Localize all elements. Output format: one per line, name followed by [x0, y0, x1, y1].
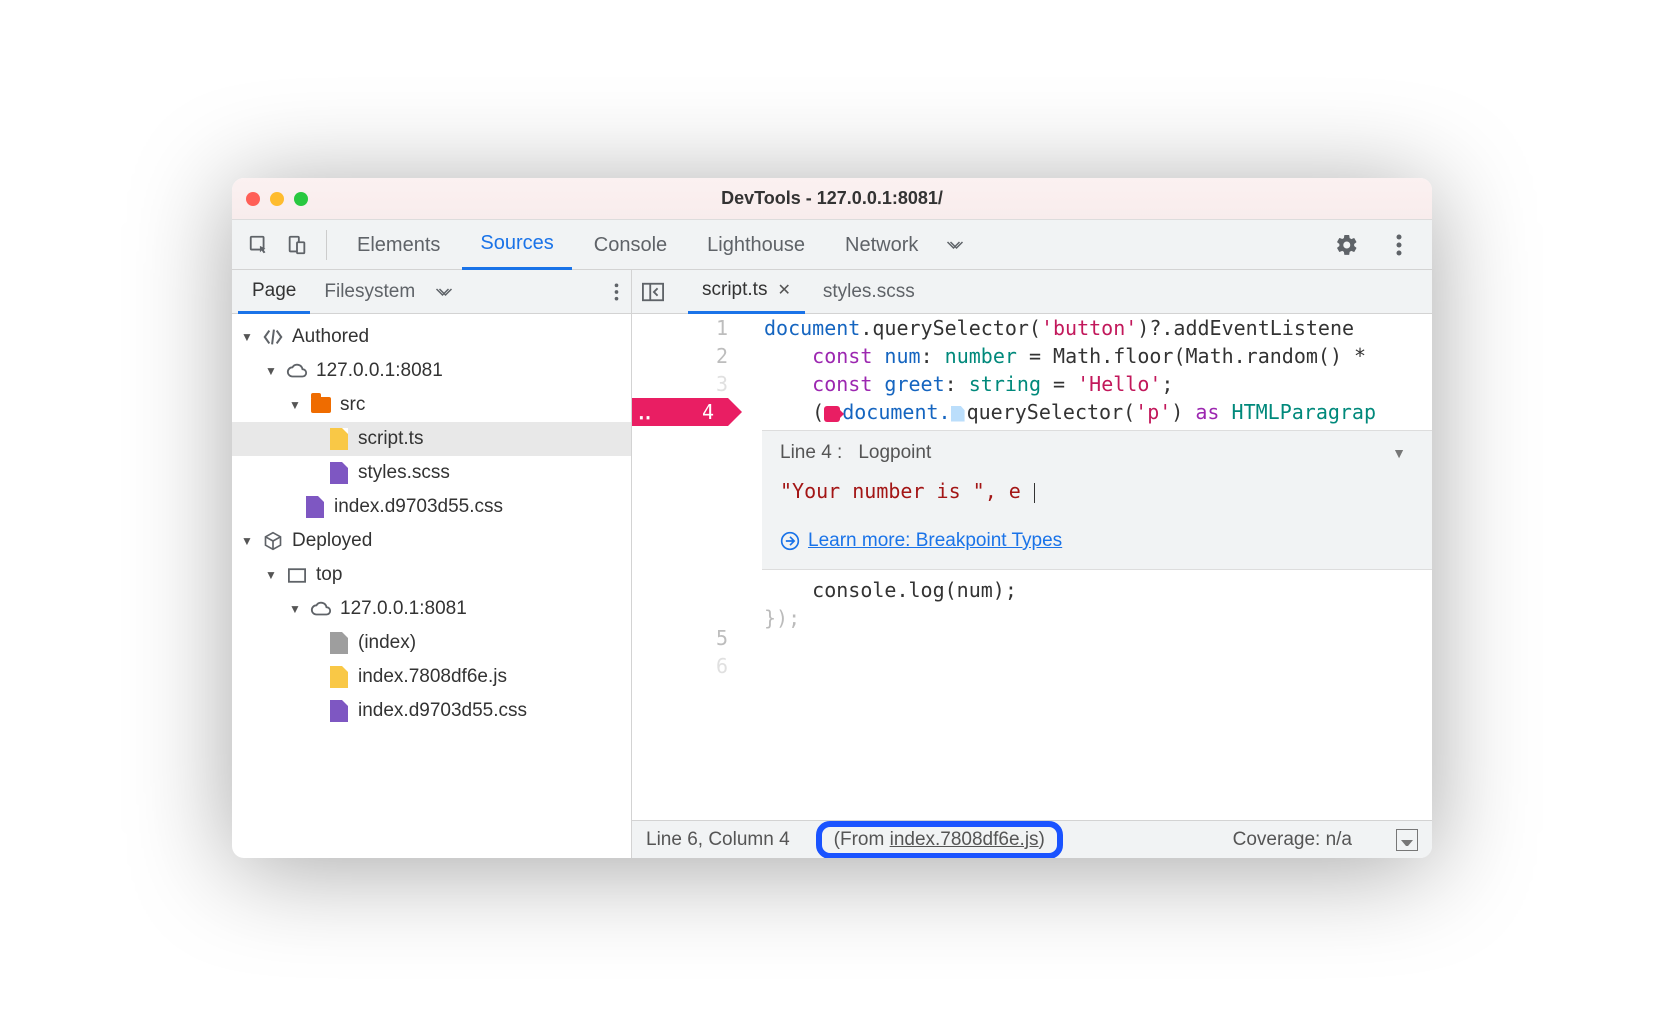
tab-sources[interactable]: Sources	[462, 220, 571, 270]
source-map-origin[interactable]: (From index.7808df6e.js)	[824, 827, 1055, 853]
tree-label: Authored	[292, 326, 369, 348]
cloud-icon	[310, 601, 332, 617]
sidebar-tabbar: Page Filesystem	[232, 270, 631, 314]
kebab-menu-icon[interactable]	[1382, 228, 1416, 262]
logpoint-type-dropdown[interactable]: Logpoint	[858, 439, 931, 467]
tree-label: index.d9703d55.css	[334, 496, 503, 518]
file-icon	[328, 428, 350, 450]
tree-label: 127.0.0.1:8081	[316, 360, 443, 382]
chevron-down-icon[interactable]: ▼	[1392, 439, 1414, 467]
logpoint-line-label: Line 4 :	[780, 439, 842, 467]
cursor-position: Line 6, Column 4	[646, 829, 790, 851]
coverage-status: Coverage: n/a	[1233, 829, 1352, 851]
tree-file-index-css-deployed[interactable]: index.d9703d55.css	[232, 694, 631, 728]
box-icon	[262, 531, 284, 551]
chevron-down-icon: ▼	[288, 602, 302, 616]
tree-label: src	[340, 394, 365, 416]
select-element-icon[interactable]	[242, 228, 276, 262]
editor-tab-styles-scss[interactable]: styles.scss	[809, 270, 929, 314]
file-icon	[328, 700, 350, 722]
more-tabs-icon[interactable]	[940, 239, 970, 251]
separator	[326, 230, 327, 260]
sidebar-tab-filesystem[interactable]: Filesystem	[310, 270, 429, 314]
tab-console[interactable]: Console	[576, 220, 685, 270]
window-title: DevTools - 127.0.0.1:8081/	[232, 188, 1432, 209]
tree-top[interactable]: ▼ top	[232, 558, 631, 592]
tree-section-deployed[interactable]: ▼ Deployed	[232, 524, 631, 558]
tree-label: styles.scss	[358, 462, 450, 484]
editor-status-bar: Line 6, Column 4 (From index.7808df6e.js…	[632, 820, 1432, 858]
editor-tabbar: script.ts ✕ styles.scss	[632, 270, 1432, 314]
chevron-down-icon: ▼	[264, 364, 278, 378]
chevron-down-icon: ▼	[240, 534, 254, 548]
tree-label: index.7808df6e.js	[358, 666, 507, 688]
sidebar-more-tabs-icon[interactable]	[429, 286, 459, 298]
line-gutter[interactable]: 1 2 3 4	[632, 314, 742, 820]
tab-lighthouse[interactable]: Lighthouse	[689, 220, 823, 270]
tree-file-index-css[interactable]: index.d9703d55.css	[232, 490, 631, 524]
source-map-origin-link[interactable]: index.7808df6e.js	[890, 829, 1039, 850]
chevron-down-icon: ▼	[264, 568, 278, 582]
editor-tab-script-ts[interactable]: script.ts ✕	[688, 270, 805, 314]
file-icon	[328, 462, 350, 484]
tab-network[interactable]: Network	[827, 220, 936, 270]
main-tabbar: Elements Sources Console Lighthouse Netw…	[232, 220, 1432, 270]
tree-file-index[interactable]: (index)	[232, 626, 631, 660]
frame-icon	[286, 568, 308, 583]
chevron-down-icon: ▼	[288, 398, 302, 412]
source-editor: script.ts ✕ styles.scss 1 2 3 4 document…	[632, 270, 1432, 858]
titlebar: DevTools - 127.0.0.1:8081/	[232, 178, 1432, 220]
code-body[interactable]: document.querySelector('button')?.addEve…	[742, 314, 1432, 820]
settings-gear-icon[interactable]	[1330, 228, 1364, 262]
device-toolbar-icon[interactable]	[280, 228, 314, 262]
code-area[interactable]: 1 2 3 4 document.querySelector('button')…	[632, 314, 1432, 820]
tree-file-styles-scss[interactable]: styles.scss	[232, 456, 631, 490]
toggle-navigator-icon[interactable]	[638, 277, 668, 307]
cloud-icon	[286, 363, 308, 379]
sources-sidebar: Page Filesystem ▼ Auth	[232, 270, 632, 858]
file-icon	[328, 666, 350, 688]
file-icon	[328, 632, 350, 654]
editor-tab-label: styles.scss	[823, 281, 915, 303]
tree-label: index.d9703d55.css	[358, 700, 527, 722]
toggle-drawer-icon[interactable]	[1396, 829, 1418, 851]
chevron-down-icon: ▼	[240, 330, 254, 344]
tree-label: (index)	[358, 632, 416, 654]
logpoint-expression-input[interactable]: "Your number is ", e	[780, 477, 1414, 505]
code-icon	[262, 328, 284, 346]
learn-more-link[interactable]: Learn more: Breakpoint Types	[780, 527, 1414, 555]
main-split: Page Filesystem ▼ Auth	[232, 270, 1432, 858]
tree-label: Deployed	[292, 530, 372, 552]
tree-folder-src[interactable]: ▼ src	[232, 388, 631, 422]
sidebar-kebab-icon[interactable]	[614, 282, 619, 302]
breakpoint-marker: 4	[632, 398, 728, 426]
tree-label: top	[316, 564, 342, 586]
devtools-window: DevTools - 127.0.0.1:8081/ Elements Sour…	[232, 178, 1432, 858]
close-tab-icon[interactable]: ✕	[777, 280, 790, 300]
file-icon	[304, 496, 326, 518]
tree-label: 127.0.0.1:8081	[340, 598, 467, 620]
tree-file-index-js[interactable]: index.7808df6e.js	[232, 660, 631, 694]
file-tree: ▼ Authored ▼ 127.0.0.1:8081 ▼ src	[232, 314, 631, 858]
tree-file-script-ts[interactable]: script.ts	[232, 422, 631, 456]
editor-tab-label: script.ts	[702, 279, 767, 301]
tree-section-authored[interactable]: ▼ Authored	[232, 320, 631, 354]
tree-host[interactable]: ▼ 127.0.0.1:8081	[232, 354, 631, 388]
sidebar-tab-page[interactable]: Page	[238, 270, 310, 314]
folder-icon	[310, 397, 332, 413]
tab-elements[interactable]: Elements	[339, 220, 458, 270]
tree-label: script.ts	[358, 428, 423, 450]
logpoint-editor: Line 4 : Logpoint ▼ "Your number is ", e…	[762, 430, 1432, 570]
tree-host[interactable]: ▼ 127.0.0.1:8081	[232, 592, 631, 626]
